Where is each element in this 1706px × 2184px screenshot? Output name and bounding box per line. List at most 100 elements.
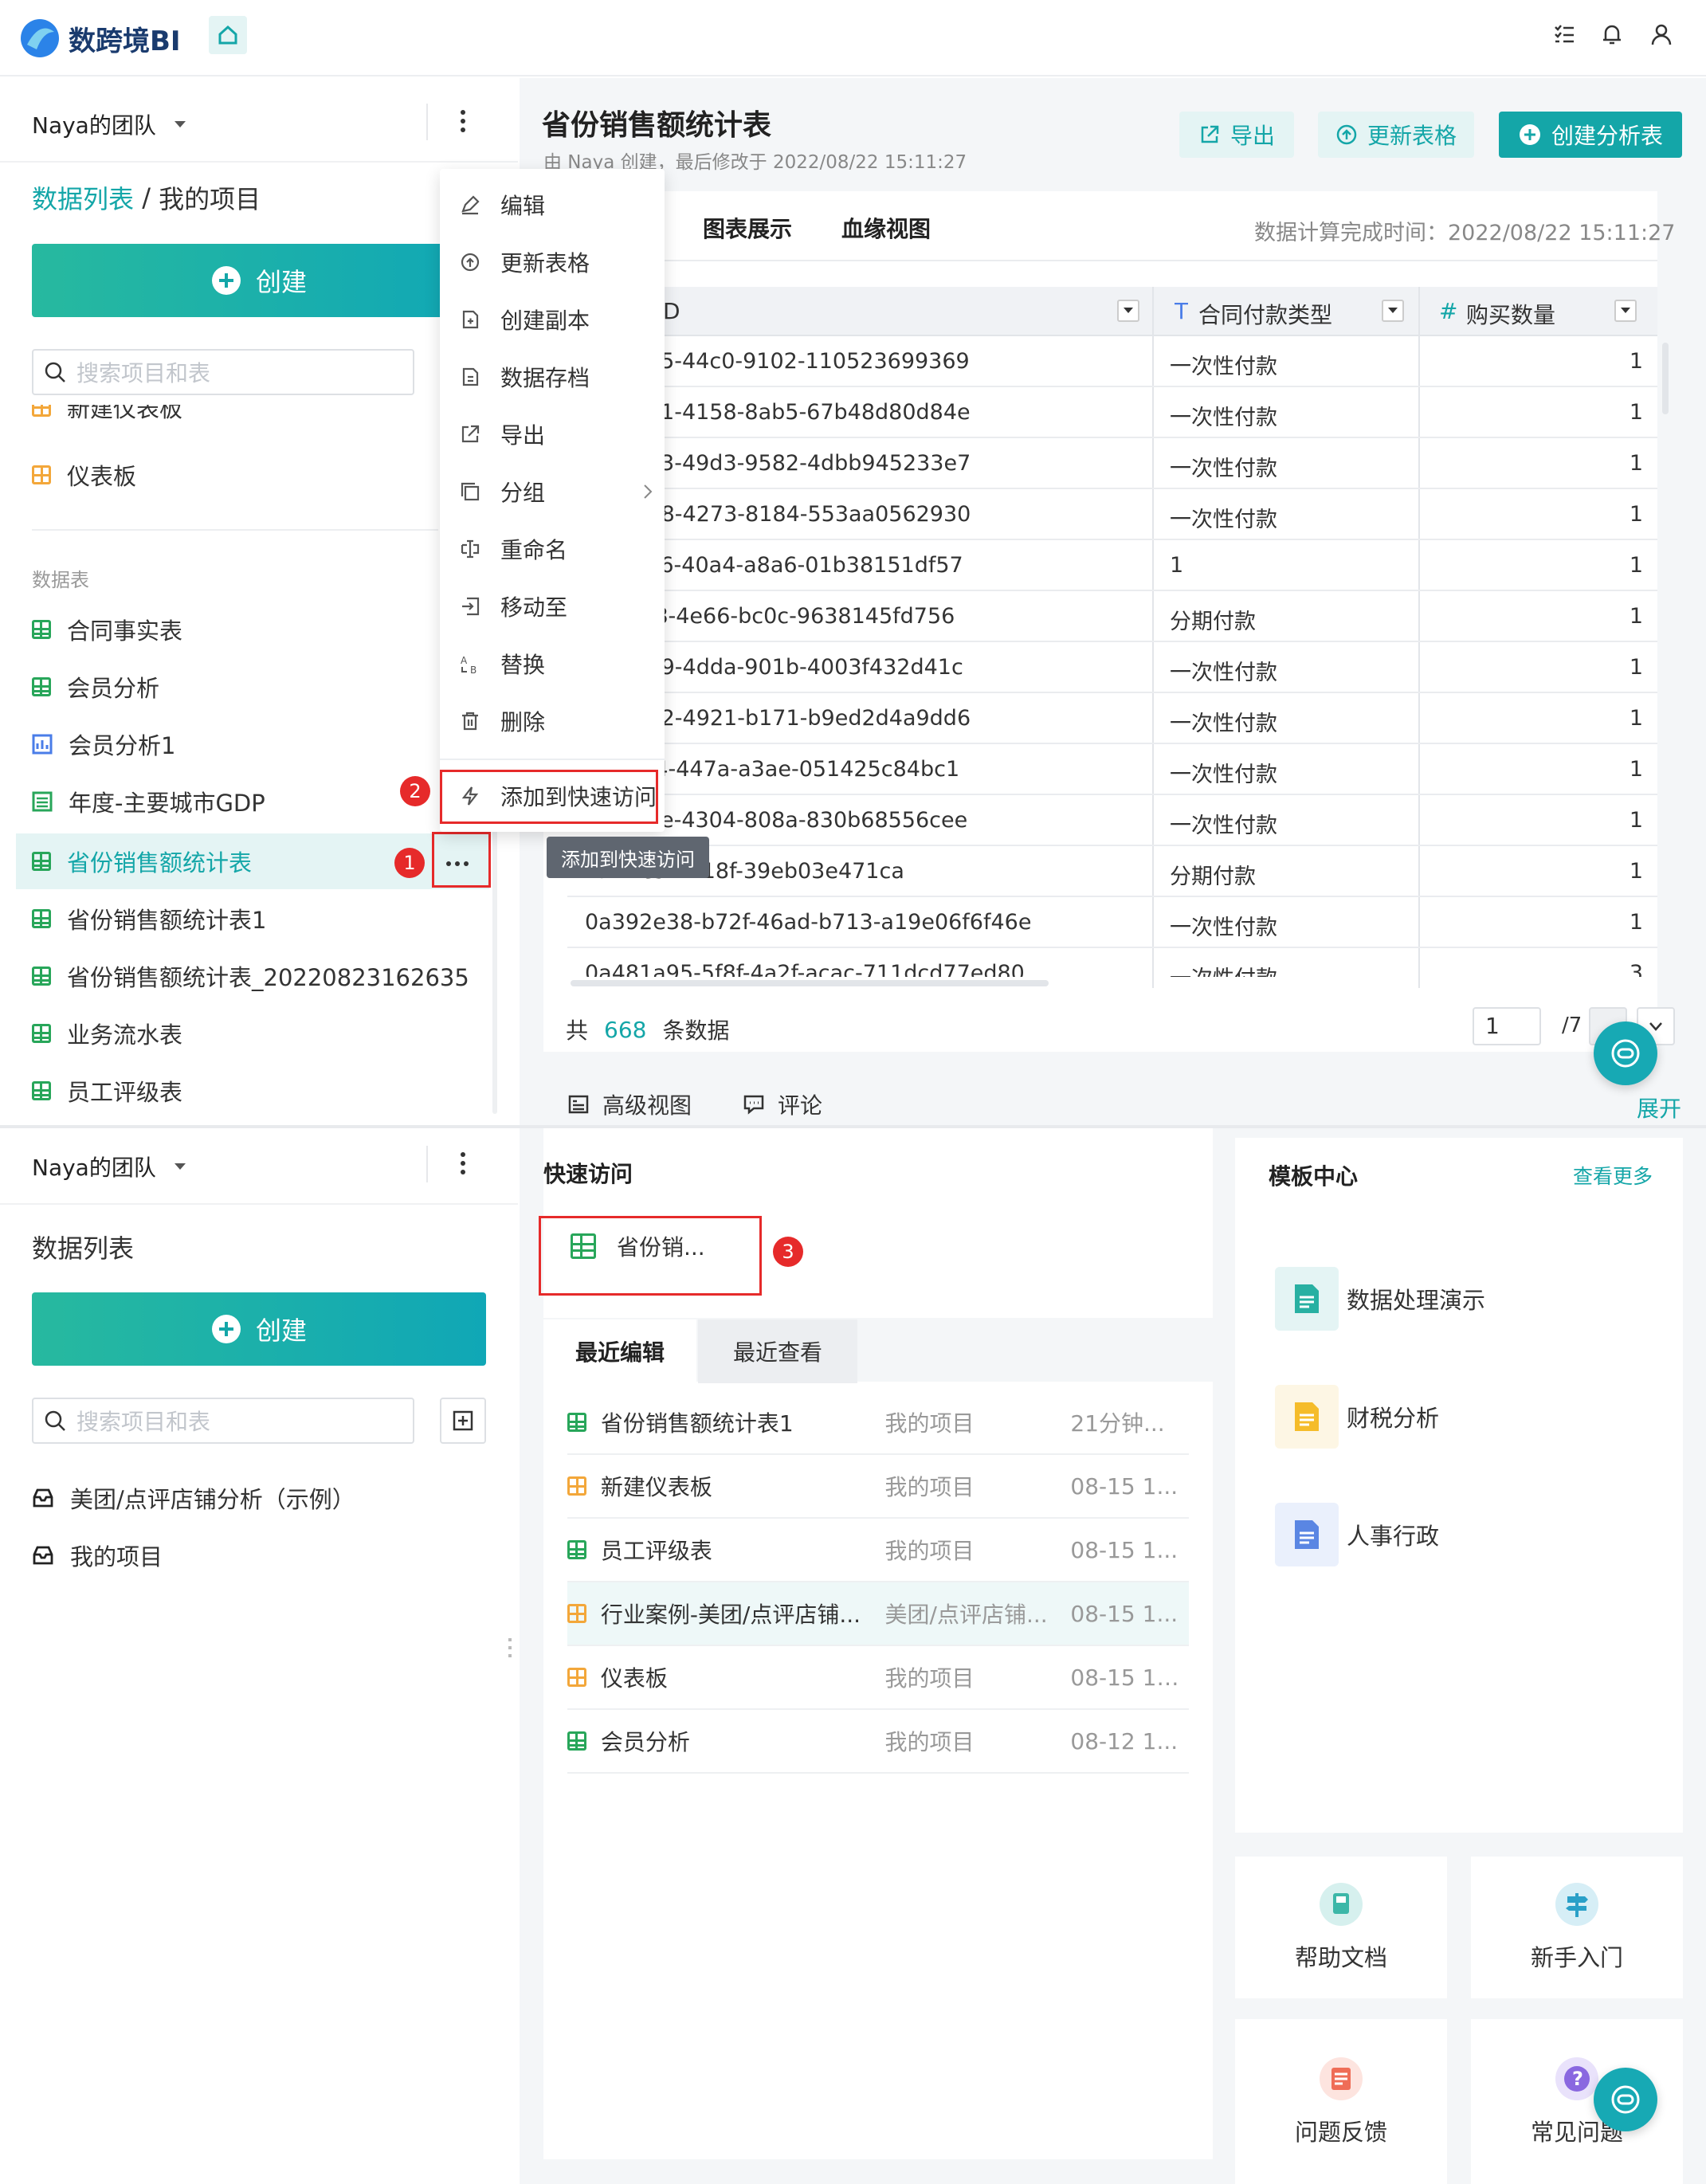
menu-item-edit[interactable]: 编辑 bbox=[440, 178, 665, 231]
home-button[interactable] bbox=[209, 16, 247, 54]
project-item-meituan[interactable]: 美团/点评店铺分析（示例） bbox=[32, 1476, 355, 1520]
cell-payment-type[interactable]: 1 bbox=[1170, 553, 1409, 578]
page-input[interactable]: 1 bbox=[1473, 1007, 1541, 1045]
app-logo[interactable]: 数跨境BI bbox=[19, 14, 181, 62]
breadcrumb-link[interactable]: 数据列表 bbox=[32, 179, 134, 216]
cell-payment-type[interactable]: 分期付款 bbox=[1170, 604, 1409, 635]
feedback-card[interactable]: 问题反馈 bbox=[1235, 2019, 1447, 2184]
view-more-link[interactable]: 查看更多 bbox=[1573, 1161, 1653, 1190]
user-button[interactable] bbox=[1649, 22, 1673, 46]
cell-id[interactable]: b3-08e3-49d3-9582-4dbb945233e7 bbox=[585, 451, 1143, 476]
cell-quantity[interactable]: 1 bbox=[1422, 655, 1643, 680]
template-item-tax-analysis[interactable]: 财税分析 bbox=[1275, 1385, 1439, 1449]
tab-lineage[interactable]: 血缘视图 bbox=[841, 212, 931, 244]
cell-payment-type[interactable]: 一次性付款 bbox=[1170, 910, 1409, 941]
cell-payment-type[interactable]: 一次性付款 bbox=[1170, 502, 1409, 533]
cell-id[interactable]: 1d-7372-4921-b171-b9ed2d4a9dd6 bbox=[585, 706, 1143, 731]
tab-chart[interactable]: 图表展示 bbox=[703, 212, 792, 244]
cell-quantity[interactable]: 1 bbox=[1422, 400, 1643, 425]
tab-advanced-view[interactable]: 高级视图 bbox=[567, 1088, 692, 1120]
resize-handle[interactable] bbox=[508, 1638, 512, 1662]
table-item-province-sales1[interactable]: 省份销售额统计表1 bbox=[32, 896, 266, 941]
tab-recent-edited[interactable]: 最近编辑 bbox=[543, 1319, 696, 1383]
table-item-business-flow[interactable]: 业务流水表 bbox=[32, 1011, 182, 1056]
team-more-button[interactable] bbox=[451, 107, 475, 135]
help-docs-card[interactable]: 帮助文档 bbox=[1235, 1857, 1447, 1998]
cell-payment-type[interactable]: 一次性付款 bbox=[1170, 655, 1409, 686]
column-menu-button[interactable] bbox=[1382, 300, 1404, 322]
cell-quantity[interactable]: 1 bbox=[1422, 706, 1643, 731]
cell-payment-type[interactable]: 分期付款 bbox=[1170, 859, 1409, 890]
template-item-hr[interactable]: 人事行政 bbox=[1275, 1503, 1439, 1566]
list-item-dashboard[interactable]: 仪表板 bbox=[32, 453, 136, 497]
menu-item-delete[interactable]: 删除 bbox=[440, 695, 665, 747]
expand-link[interactable]: 展开 bbox=[1637, 1092, 1681, 1123]
column-menu-button[interactable] bbox=[1614, 300, 1637, 322]
create-button[interactable]: 创建 bbox=[32, 244, 486, 317]
refresh-table-button[interactable]: 更新表格 bbox=[1318, 112, 1474, 158]
table-horizontal-scrollbar[interactable] bbox=[571, 980, 1049, 986]
cell-payment-type[interactable]: 一次性付款 bbox=[1170, 349, 1409, 380]
table-item-member1[interactable]: 会员分析1 bbox=[32, 722, 175, 767]
cell-payment-type[interactable]: 一次性付款 bbox=[1170, 808, 1409, 839]
cell-payment-type[interactable]: 一次性付款 bbox=[1170, 400, 1409, 431]
menu-item-replace[interactable]: A B 替换 bbox=[440, 637, 665, 690]
cell-id[interactable]: 0a481a95-5f8f-4a2f-acac-711dcd77ed80 bbox=[585, 961, 1143, 977]
cell-quantity[interactable]: 1 bbox=[1422, 553, 1643, 578]
team-selector[interactable]: Naya的团队 bbox=[32, 1144, 188, 1189]
search-input[interactable]: 搜索项目和表 bbox=[32, 349, 414, 395]
beginner-guide-card[interactable]: 新手入门 bbox=[1471, 1857, 1683, 1998]
create-button[interactable]: 创建 bbox=[32, 1292, 486, 1366]
notification-button[interactable] bbox=[1600, 22, 1624, 46]
cell-payment-type[interactable]: 一次性付款 bbox=[1170, 706, 1409, 737]
cell-quantity[interactable]: 1 bbox=[1422, 910, 1643, 935]
cell-quantity[interactable]: 1 bbox=[1422, 604, 1643, 629]
column-header-id[interactable]: D bbox=[663, 298, 680, 324]
search-input[interactable]: 搜索项目和表 bbox=[32, 1398, 414, 1444]
cell-id[interactable]: 0e-59d1-4158-8ab5-67b48d80d84e bbox=[585, 400, 1143, 425]
menu-item-rename[interactable]: 重命名 bbox=[440, 523, 665, 575]
cell-id[interactable]: a7-a186-40a4-a8a6-01b38151df57 bbox=[585, 553, 1143, 578]
table-item-contract[interactable]: 合同事实表 bbox=[32, 607, 182, 652]
cell-id[interactable]: 68-af54-447a-a3ae-051425c84bc1 bbox=[585, 757, 1143, 782]
menu-item-move[interactable]: 移动至 bbox=[440, 580, 665, 633]
chat-float-button[interactable] bbox=[1594, 1021, 1657, 1085]
table-item-province-sales[interactable]: 省份销售额统计表 bbox=[32, 839, 252, 884]
menu-item-group[interactable]: 分组 bbox=[440, 465, 665, 518]
project-item-mine[interactable]: 我的项目 bbox=[32, 1533, 163, 1578]
team-selector[interactable]: Naya的团队 bbox=[32, 102, 188, 147]
cell-quantity[interactable]: 1 bbox=[1422, 502, 1643, 527]
create-analysis-button[interactable]: 创建分析表 bbox=[1499, 112, 1682, 158]
column-header-quantity[interactable]: 购买数量 bbox=[1466, 298, 1555, 330]
cell-quantity[interactable]: 1 bbox=[1422, 451, 1643, 476]
column-menu-button[interactable] bbox=[1117, 300, 1139, 322]
export-button[interactable]: 导出 bbox=[1179, 112, 1294, 158]
cell-payment-type[interactable]: 一次性付款 bbox=[1170, 757, 1409, 788]
menu-item-refresh[interactable]: 更新表格 bbox=[440, 236, 665, 288]
recent-row[interactable]: 省份销售额统计表1 我的项目 21分钟... bbox=[567, 1391, 1189, 1455]
cell-id[interactable]: 2a-27f8-4e66-bc0c-9638145fd756 bbox=[585, 604, 1143, 629]
table-item-gdp[interactable]: 年度-主要城市GDP bbox=[32, 779, 265, 824]
cell-id[interactable]: 02-5828-4273-8184-553aa0562930 bbox=[585, 502, 1143, 527]
table-vertical-scrollbar[interactable] bbox=[1662, 343, 1669, 414]
recent-row[interactable]: 仪表板 我的项目 08-15 11... bbox=[567, 1646, 1189, 1710]
recent-row[interactable]: 会员分析 我的项目 08-12 1... bbox=[567, 1710, 1189, 1774]
recent-row[interactable]: 新建仪表板 我的项目 08-15 1... bbox=[567, 1455, 1189, 1519]
cell-id[interactable]: 27-e145-44c0-9102-110523699369 bbox=[585, 349, 1143, 374]
add-folder-button[interactable] bbox=[440, 1398, 486, 1444]
recent-row[interactable]: 行业案例-美团/点评店铺... 美团/点评店铺... 08-15 1... bbox=[567, 1582, 1189, 1646]
menu-item-export[interactable]: 导出 bbox=[440, 408, 665, 461]
tab-comments[interactable]: 评论 bbox=[743, 1088, 822, 1120]
table-item-member[interactable]: 会员分析 bbox=[32, 665, 159, 709]
cell-quantity[interactable]: 1 bbox=[1422, 808, 1643, 833]
cell-quantity[interactable]: 1 bbox=[1422, 757, 1643, 782]
cell-id[interactable]: 2a-7b5e-4304-808a-830b68556cee bbox=[585, 808, 1143, 833]
cell-quantity[interactable]: 1 bbox=[1422, 859, 1643, 884]
cell-payment-type[interactable]: 一次性付款 bbox=[1170, 961, 1409, 977]
cell-quantity[interactable]: 1 bbox=[1422, 349, 1643, 374]
table-item-province-sales-copy[interactable]: 省份销售额统计表_20220823162635 bbox=[32, 954, 469, 998]
template-item-data-processing[interactable]: 数据处理演示 bbox=[1275, 1267, 1485, 1331]
table-item-employee-rating[interactable]: 员工评级表 bbox=[32, 1068, 182, 1113]
cell-id[interactable]: 64-8159-4dda-901b-4003f432d41c bbox=[585, 655, 1143, 680]
menu-item-duplicate[interactable]: 创建副本 bbox=[440, 293, 665, 346]
